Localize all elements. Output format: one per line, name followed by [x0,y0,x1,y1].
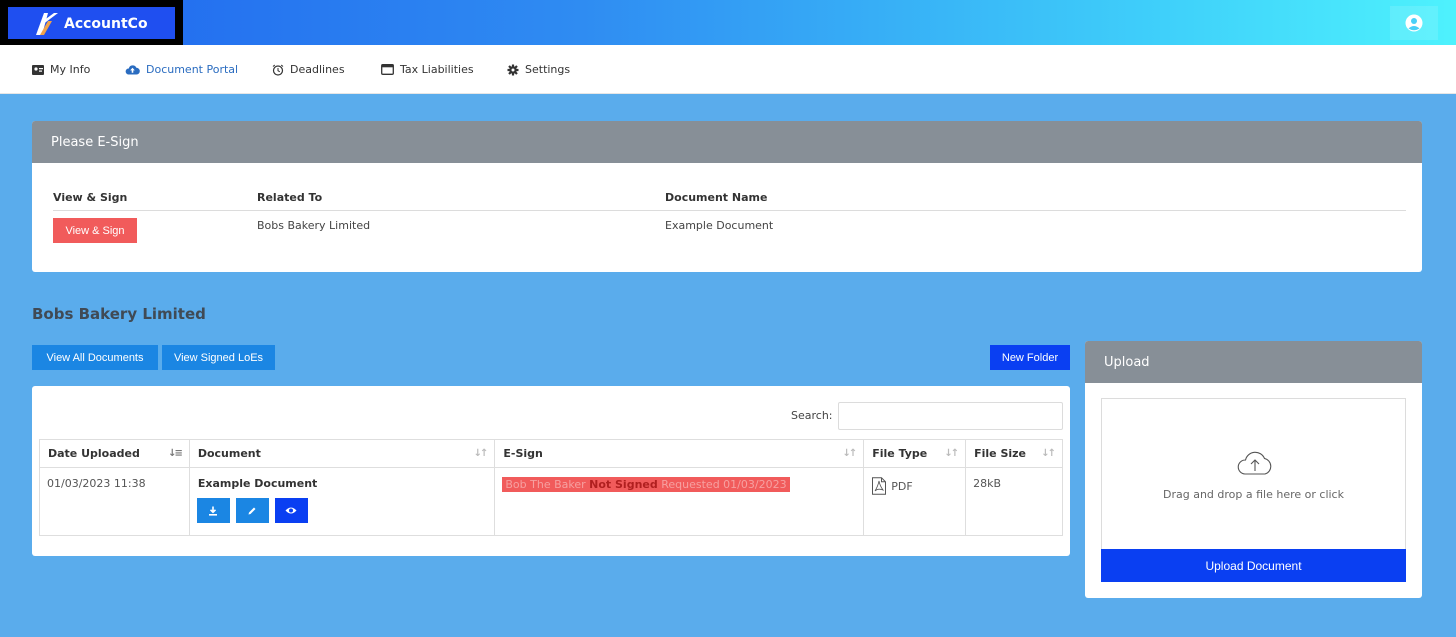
esign-cell: Bob The Baker Not Signed Requested 01/03… [494,467,865,536]
view-signed-loes-button[interactable]: View Signed LoEs [162,345,275,370]
upload-document-button[interactable]: Upload Document [1101,549,1406,582]
column-header-date[interactable]: Date Uploaded ↓≡ [39,439,190,468]
document-cell: Example Document [188,467,496,536]
search-input[interactable] [838,402,1063,430]
document-name: Example Document [197,477,318,490]
document-name-value: Example Document [665,219,774,232]
nav-label: Tax Liabilities [400,63,474,76]
search-label: Search: [791,409,833,422]
sort-icon: ↓↑ [842,448,857,459]
main-nav: My Info Document Portal Deadlines Tax Li… [0,45,1456,94]
nav-label: Settings [525,63,571,76]
upload-card: Upload Drag and drop a file here or clic… [1085,341,1422,598]
sort-icon: ↓↑ [944,448,959,459]
nav-settings[interactable]: Settings [507,63,570,76]
cloud-upload-icon [1237,451,1272,475]
nav-deadlines[interactable]: Deadlines [272,63,345,76]
pdf-file-icon [872,477,887,495]
column-header-file-size[interactable]: File Size ↓↑ [965,439,1063,468]
column-header: View & Sign [53,191,128,204]
dropzone-text: Drag and drop a file here or click [1163,488,1344,501]
column-header-file-type[interactable]: File Type ↓↑ [863,439,967,468]
column-header-esign[interactable]: E-Sign ↓↑ [494,439,865,468]
esign-status-badge: Bob The Baker Not Signed Requested 01/03… [502,477,790,492]
nav-my-info[interactable]: My Info [32,63,90,76]
nav-document-portal[interactable]: Document Portal [125,63,238,76]
file-type-value: PDF [891,479,913,493]
date-uploaded-cell: 01/03/2023 11:38 [39,467,190,536]
documents-card: Search: Date Uploaded ↓≡ Document ↓↑ E-Sig… [32,386,1070,556]
id-card-icon [32,64,44,75]
esign-table-header: View & Sign Related To Document Name [53,189,1406,211]
new-folder-button[interactable]: New Folder [990,345,1070,370]
view-button[interactable] [274,498,308,523]
nav-label: My Info [50,63,91,76]
logo[interactable]: AccountCo [0,0,183,47]
nav-label: Document Portal [146,63,239,76]
view-and-sign-button[interactable]: View & Sign [53,218,137,243]
window-icon [381,64,394,75]
user-icon [1405,14,1423,32]
user-menu-button[interactable] [1390,6,1438,40]
sort-icon: ↓↑ [1041,448,1056,459]
documents-table: Date Uploaded ↓≡ Document ↓↑ E-Sign ↓↑ File… [39,439,1063,536]
gear-icon [507,64,519,75]
esign-card-title: Please E-Sign [32,121,1422,163]
file-size-cell: 28kB [965,467,1063,536]
esign-card: Please E-Sign View & Sign Related To Doc… [32,121,1422,272]
download-icon [209,506,218,516]
pencil-icon [248,507,256,514]
nav-label: Deadlines [290,63,345,76]
table-row: 01/03/2023 11:38 Example Document Bob Th… [39,467,1063,536]
cloud-upload-icon [125,65,140,75]
column-header: Related To [257,191,323,204]
alarm-clock-icon [272,64,284,76]
logo-text: AccountCo [64,16,148,32]
nav-tax-liabilities[interactable]: Tax Liabilities [381,63,474,76]
sort-desc-icon: ↓≡ [168,448,183,459]
edit-button[interactable] [235,498,269,523]
upload-card-title: Upload [1085,341,1422,383]
logo-mark-icon [36,13,58,35]
file-type-cell: PDF [863,467,967,536]
download-button[interactable] [196,498,230,523]
sort-icon: ↓↑ [473,448,489,459]
column-header-document[interactable]: Document ↓↑ [188,439,496,468]
view-all-documents-button[interactable]: View All Documents [32,345,158,370]
related-to-value: Bobs Bakery Limited [257,219,371,232]
eye-icon [285,507,297,514]
top-bar: AccountCo [0,0,1456,47]
column-header: Document Name [665,191,768,204]
company-title: Bobs Bakery Limited [32,305,206,323]
